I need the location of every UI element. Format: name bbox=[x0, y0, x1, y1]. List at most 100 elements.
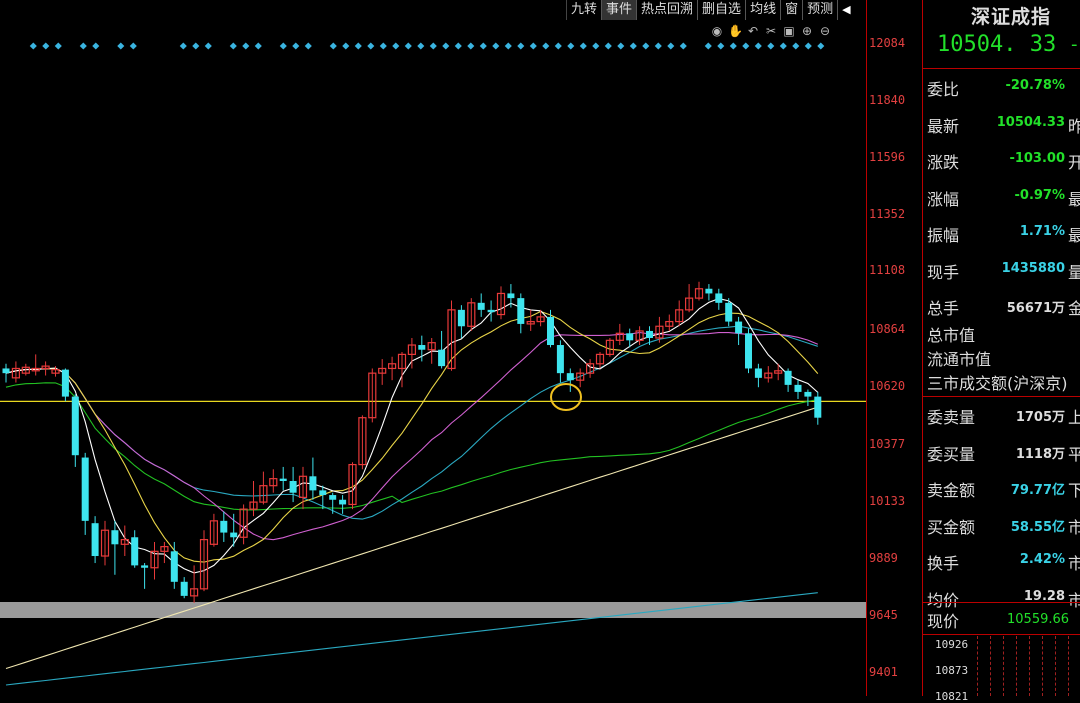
toolbar-button-2[interactable]: 热点回溯 bbox=[637, 0, 699, 20]
quote-tail: 上 bbox=[1068, 408, 1080, 427]
index-name: 深证成指 bbox=[971, 6, 1052, 28]
mini-tick: 10873 bbox=[935, 664, 969, 677]
quote-row: 卖金额 79.77亿下 bbox=[923, 471, 1080, 503]
quote-label: 卖金额 bbox=[927, 481, 976, 500]
quote-tail: 昨 bbox=[1068, 116, 1080, 136]
divider bbox=[923, 68, 1080, 69]
event-marker bbox=[179, 42, 187, 50]
y-tick-label: 9401 bbox=[869, 665, 898, 679]
quote-tail: 开 bbox=[1068, 153, 1080, 172]
candle-body bbox=[745, 333, 752, 369]
event-marker bbox=[579, 42, 587, 50]
toolbar-button-3[interactable]: 删自选 bbox=[698, 0, 747, 20]
quote-label: 委买量 bbox=[927, 444, 976, 464]
toolbar-button-1[interactable]: 事件 bbox=[602, 0, 638, 20]
event-marker bbox=[654, 42, 662, 50]
event-marker bbox=[679, 42, 687, 50]
quote-panel: 深证成指 10504. 33 - 委比 -20.78% 最新 10504.33 昨涨跌 -… bbox=[922, 0, 1080, 703]
last-price: 10504. 33 bbox=[937, 32, 1057, 57]
eye-icon[interactable]: ◉ bbox=[710, 24, 724, 38]
quote-value: -20.78% bbox=[1005, 78, 1065, 93]
event-marker bbox=[129, 42, 137, 50]
candle-body bbox=[141, 565, 149, 568]
mini-grid bbox=[1055, 636, 1057, 696]
kline-chart[interactable]: 九转 事件 热点回溯 删自选 均线窗预测 ◀ ◉ ✋ ↶ ✂ ▣ ⊕ ⊖ bbox=[0, 0, 866, 696]
candle-body bbox=[2, 368, 10, 374]
event-marker bbox=[304, 42, 312, 50]
event-marker bbox=[54, 42, 62, 50]
hand-icon[interactable]: ✋ bbox=[728, 24, 743, 38]
y-tick-label: 11840 bbox=[869, 93, 906, 107]
event-marker bbox=[767, 42, 775, 50]
quote-value: 58.55亿 bbox=[1010, 519, 1065, 535]
mini-chart: 10926 10873 10821 bbox=[923, 636, 1080, 703]
event-marker bbox=[742, 42, 750, 50]
quote-row: 涨跌 -103.00 开 bbox=[923, 143, 1080, 175]
event-marker bbox=[454, 42, 462, 50]
event-marker bbox=[754, 42, 762, 50]
current-price-value: 10559.66 bbox=[1007, 612, 1070, 627]
event-marker bbox=[204, 42, 212, 50]
divider bbox=[923, 602, 1080, 603]
event-marker bbox=[592, 42, 600, 50]
event-marker bbox=[529, 42, 537, 50]
quote-tail: 最 bbox=[1068, 226, 1080, 245]
event-marker bbox=[329, 42, 337, 50]
candle-body bbox=[418, 345, 426, 350]
candle-body bbox=[646, 330, 653, 338]
candle-body bbox=[71, 396, 79, 456]
event-marker bbox=[29, 42, 37, 50]
toolbar-button-4[interactable]: 均线 bbox=[746, 0, 782, 20]
event-marker bbox=[804, 42, 812, 50]
collapse-icon[interactable]: ◀ bbox=[838, 0, 854, 20]
scissors-icon[interactable]: ✂ bbox=[764, 24, 778, 38]
candle-body bbox=[61, 369, 69, 397]
quote-label: 现手 bbox=[927, 262, 960, 282]
event-marker bbox=[704, 42, 712, 50]
quote-value: 79.77亿 bbox=[1010, 483, 1065, 498]
undo-icon[interactable]: ↶ bbox=[746, 24, 760, 38]
price-band bbox=[0, 602, 866, 618]
candle-body bbox=[289, 480, 297, 493]
price-axis: 12084 11840 11596 11352 11108 10864 10620 10377… bbox=[866, 0, 923, 696]
candle-body bbox=[725, 302, 733, 322]
event-marker bbox=[117, 42, 125, 50]
quote-row: 振幅 1.71% 最 bbox=[923, 216, 1080, 248]
quote-tail: 量 bbox=[1068, 262, 1080, 282]
lock-icon[interactable]: ▣ bbox=[782, 24, 796, 38]
quote-label: 委卖量 bbox=[927, 408, 976, 427]
event-marker bbox=[404, 42, 412, 50]
event-marker bbox=[379, 42, 387, 50]
plain-row: 流通市值 bbox=[927, 350, 992, 369]
event-marker bbox=[254, 42, 262, 50]
event-marker bbox=[817, 42, 825, 50]
candle-body bbox=[220, 520, 228, 533]
y-tick-label: 11596 bbox=[869, 150, 906, 164]
mini-grid bbox=[990, 636, 992, 696]
chart-tools: ◉ ✋ ↶ ✂ ▣ ⊕ ⊖ bbox=[710, 24, 832, 38]
quote-row: 委卖量 1705万上 bbox=[923, 398, 1080, 430]
event-marker bbox=[292, 42, 300, 50]
zoom-in-icon[interactable]: ⊕ bbox=[800, 24, 814, 38]
toolbar-button-6[interactable]: 预测 bbox=[803, 0, 839, 20]
toolbar-button-5[interactable]: 窗 bbox=[781, 0, 804, 20]
event-marker bbox=[517, 42, 525, 50]
quote-value: 1705万 bbox=[1015, 410, 1065, 425]
candle-body bbox=[735, 321, 743, 334]
kline-chart-svg[interactable] bbox=[0, 0, 866, 696]
event-marker bbox=[79, 42, 87, 50]
candle-body bbox=[556, 345, 564, 374]
candle-body bbox=[487, 309, 495, 313]
zoom-out-icon[interactable]: ⊖ bbox=[818, 24, 832, 38]
event-marker bbox=[617, 42, 625, 50]
quote-value: 1118万 bbox=[1015, 446, 1065, 462]
quote-row: 最新 10504.33 昨 bbox=[923, 107, 1080, 139]
event-marker bbox=[792, 42, 800, 50]
candle-body bbox=[814, 396, 822, 418]
event-marker bbox=[92, 42, 100, 50]
event-marker bbox=[667, 42, 675, 50]
quote-label: 振幅 bbox=[927, 226, 960, 245]
toolbar-button-0[interactable]: 九转 bbox=[567, 0, 603, 20]
event-marker bbox=[729, 42, 737, 50]
mini-grid bbox=[1029, 636, 1031, 696]
